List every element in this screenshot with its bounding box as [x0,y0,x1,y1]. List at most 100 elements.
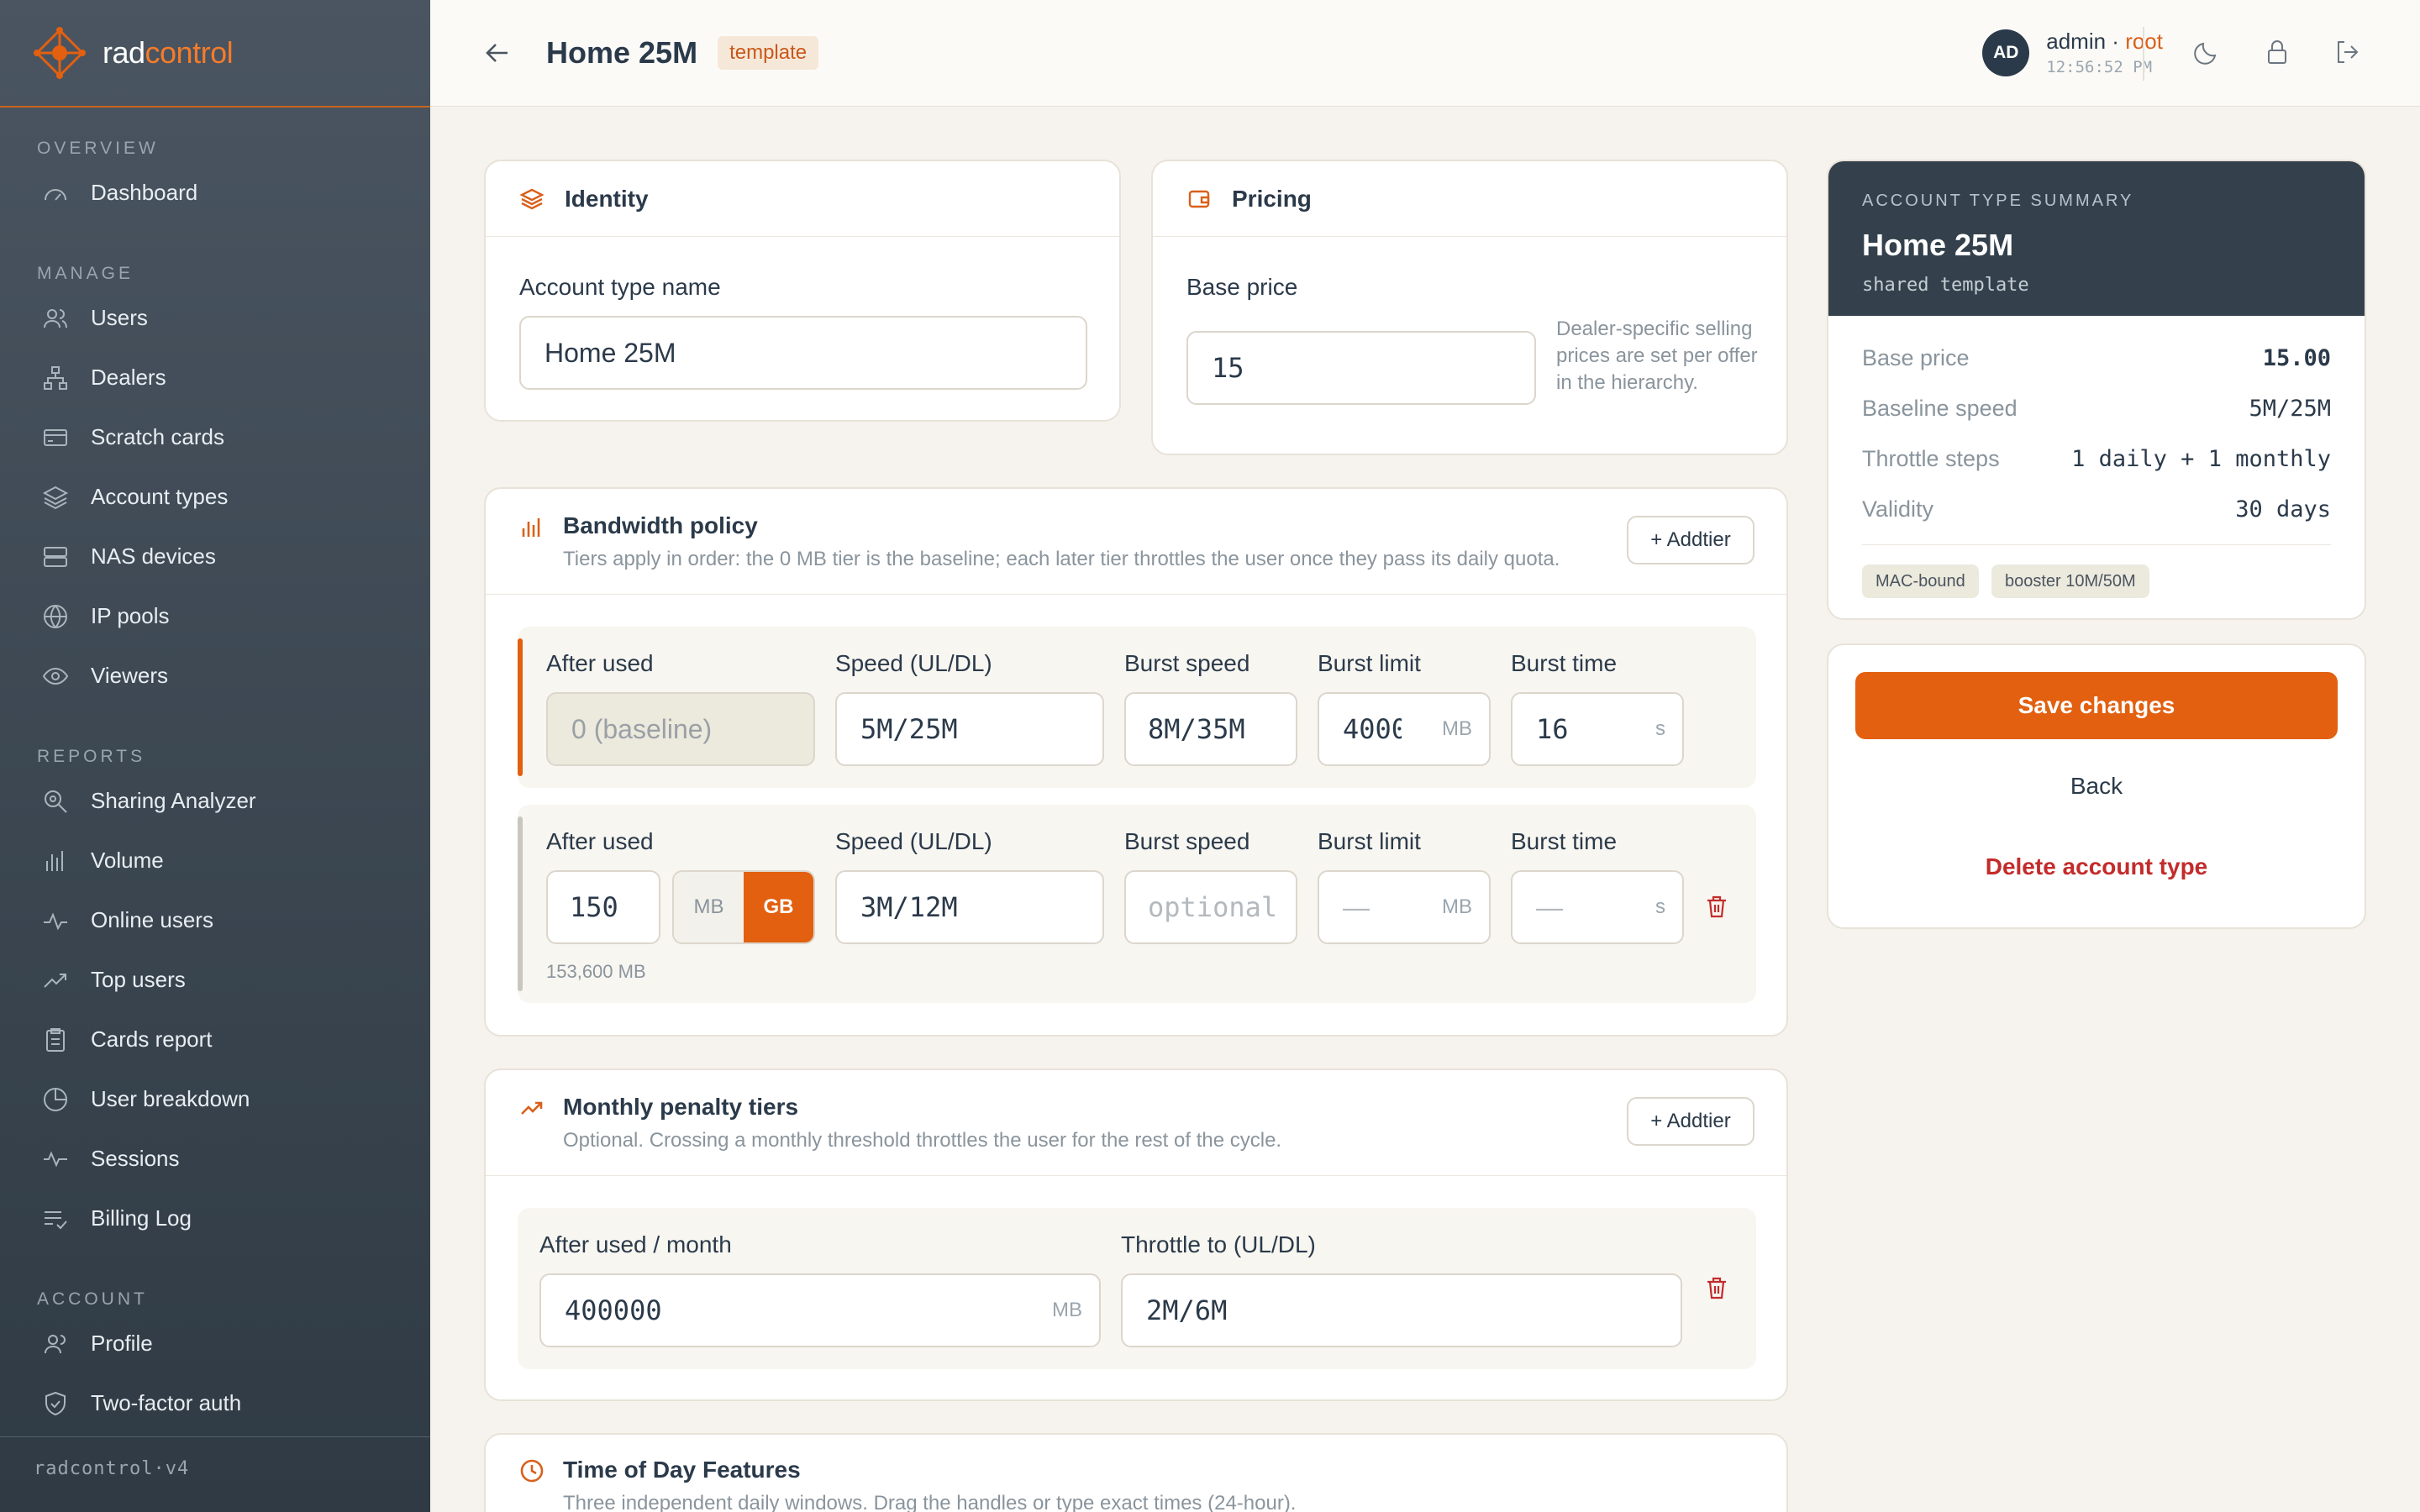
after-used-input[interactable]: 150 [546,870,660,944]
after-used-label: After used [546,650,654,676]
card-icon [44,428,67,446]
tier-accent-bar [518,816,523,991]
save-changes-button[interactable]: Save changes [1855,672,2338,739]
sidebar-item-label: Top users [91,967,186,992]
burst-speed-input[interactable]: 8M/35M [1124,692,1297,766]
base-price-label: Base price [1186,274,1298,300]
burst-time-label: Burst time [1511,828,1618,854]
divider [1862,544,2331,545]
logout-icon[interactable] [2333,37,2363,67]
burst-limit-label: Burst limit [1318,828,1421,854]
burst-speed-label: Burst speed [1124,828,1250,854]
activity-icon [44,1150,67,1168]
sidebar-item-label: Online users [91,907,213,932]
sidebar-item-label: Cards report [91,1026,213,1052]
delete-tier-trash-icon[interactable] [1704,894,1729,919]
sidebar-item-dealers[interactable]: Dealers [0,348,430,407]
burst-speed-input[interactable]: optional [1124,870,1297,944]
sidebar-item-label: Profile [91,1331,153,1356]
sidebar-item-label: Viewers [91,663,169,688]
monthly-subtitle: Optional. Crossing a monthly threshold t… [563,1129,1282,1152]
delete-account-type-button[interactable]: Delete account type [1828,842,2365,892]
burst-time-input[interactable]: 16 s [1511,692,1684,766]
base-price-input[interactable]: 15 [1186,331,1536,405]
speed-input[interactable]: 3M/12M [835,870,1104,944]
burst-limit-input[interactable]: — MB [1318,870,1491,944]
summary-row: Validity 30 days [1862,496,2331,522]
sidebar: radcontrol OVERVIEW Dashboard MANAGE Use… [0,0,430,1512]
sidebar-item-user-breakdown[interactable]: User breakdown [0,1069,430,1129]
unit-gb-option[interactable]: GB [744,872,813,942]
avatar: AD [1982,29,2030,76]
burst-time-input[interactable]: — s [1511,870,1684,944]
lock-icon[interactable] [2262,37,2292,67]
speed-label: Speed (UL/DL) [835,650,992,676]
unit-mb-option[interactable]: MB [674,872,744,942]
time-of-day-card: Time of Day Features Three independent d… [484,1433,1788,1512]
unit-toggle[interactable]: MB GB [672,870,815,944]
sidebar-item-nas-devices[interactable]: NAS devices [0,527,430,586]
sidebar-item-sharing-analyzer[interactable]: Sharing Analyzer [0,771,430,831]
shield-icon [45,1391,66,1415]
sidebar-item-two-factor-auth[interactable]: Two-factor auth [0,1373,430,1433]
back-arrow-icon[interactable] [482,38,513,68]
trending-icon [44,973,66,988]
sidebar-item-billing-log[interactable]: Billing Log [0,1189,430,1248]
burst-time-label: Burst time [1511,650,1618,676]
account-type-name-input[interactable]: Home 25M [519,316,1087,390]
converted-mb-hint: 153,600 MB [546,961,646,982]
sidebar-item-label: Account types [91,484,229,509]
delete-monthly-tier-trash-icon[interactable] [1704,1275,1729,1300]
user-name: admin · root [2046,29,2163,54]
identity-header: Identity [486,161,1119,237]
sidebar-item-label: Users [91,305,148,330]
sidebar-item-label: Two-factor auth [91,1390,242,1415]
sidebar-item-account-types[interactable]: Account types [0,467,430,527]
clipboard-icon [46,1027,65,1052]
sidebar-item-top-users[interactable]: Top users [0,950,430,1010]
add-monthly-tier-button[interactable]: + Addtier [1627,1097,1754,1146]
moon-icon[interactable] [2191,37,2222,67]
sidebar-item-label: Volume [91,848,164,873]
sidebar-item-profile[interactable]: Profile [0,1314,430,1373]
summary-type: shared template [1862,275,2029,296]
wallet-icon [1188,190,1210,207]
sidebar-item-label: Billing Log [91,1205,192,1231]
back-button[interactable]: Back [1828,761,2365,811]
pricing-title: Pricing [1232,185,1312,212]
pricing-header: Pricing [1153,161,1786,237]
speed-input[interactable]: 5M/25M [835,692,1104,766]
sidebar-item-volume[interactable]: Volume [0,831,430,890]
nav-section-reports: REPORTS [37,747,146,766]
sidebar-item-viewers[interactable]: Viewers [0,646,430,706]
tod-title: Time of Day Features [563,1457,801,1483]
sidebar-item-users[interactable]: Users [0,288,430,348]
monthly-penalty-card: Monthly penalty tiers Optional. Crossing… [484,1068,1788,1401]
sidebar-item-ip-pools[interactable]: IP pools [0,586,430,646]
list-check-icon [45,1210,67,1229]
burst-limit-label: Burst limit [1318,650,1421,676]
sidebar-item-dashboard[interactable]: Dashboard [0,163,430,223]
radcontrol-logo-icon [34,27,86,79]
bandwidth-subtitle: Tiers apply in order: the 0 MB tier is t… [563,548,1560,570]
sidebar-item-label: NAS devices [91,543,216,569]
after-used-month-input[interactable]: 400000 MB [539,1273,1101,1347]
throttle-to-input[interactable]: 2M/6M [1121,1273,1682,1347]
sidebar-item-cards-report[interactable]: Cards report [0,1010,430,1069]
sidebar-item-sessions[interactable]: Sessions [0,1129,430,1189]
pulse-icon [44,911,67,930]
throttle-to-label: Throttle to (UL/DL) [1121,1231,1316,1257]
nav-section-manage: MANAGE [37,264,134,283]
version-label: radcontrol·v4 [0,1436,430,1512]
add-tier-button[interactable]: + Addtier [1627,516,1754,564]
sidebar-item-label: Sharing Analyzer [91,788,256,813]
summary-header: ACCOUNT TYPE SUMMARY Home 25M shared tem… [1828,161,2365,316]
sidebar-item-online-users[interactable]: Online users [0,890,430,950]
sidebar-item-scratch-cards[interactable]: Scratch cards [0,407,430,467]
summary-caption: ACCOUNT TYPE SUMMARY [1862,192,2134,210]
template-tag: template [718,36,819,70]
divider [2143,27,2144,81]
brand[interactable]: radcontrol [0,0,430,108]
burst-limit-input[interactable]: 4000 MB [1318,692,1491,766]
user-menu[interactable]: AD admin · root 12:56:52 PM [1982,29,2163,76]
